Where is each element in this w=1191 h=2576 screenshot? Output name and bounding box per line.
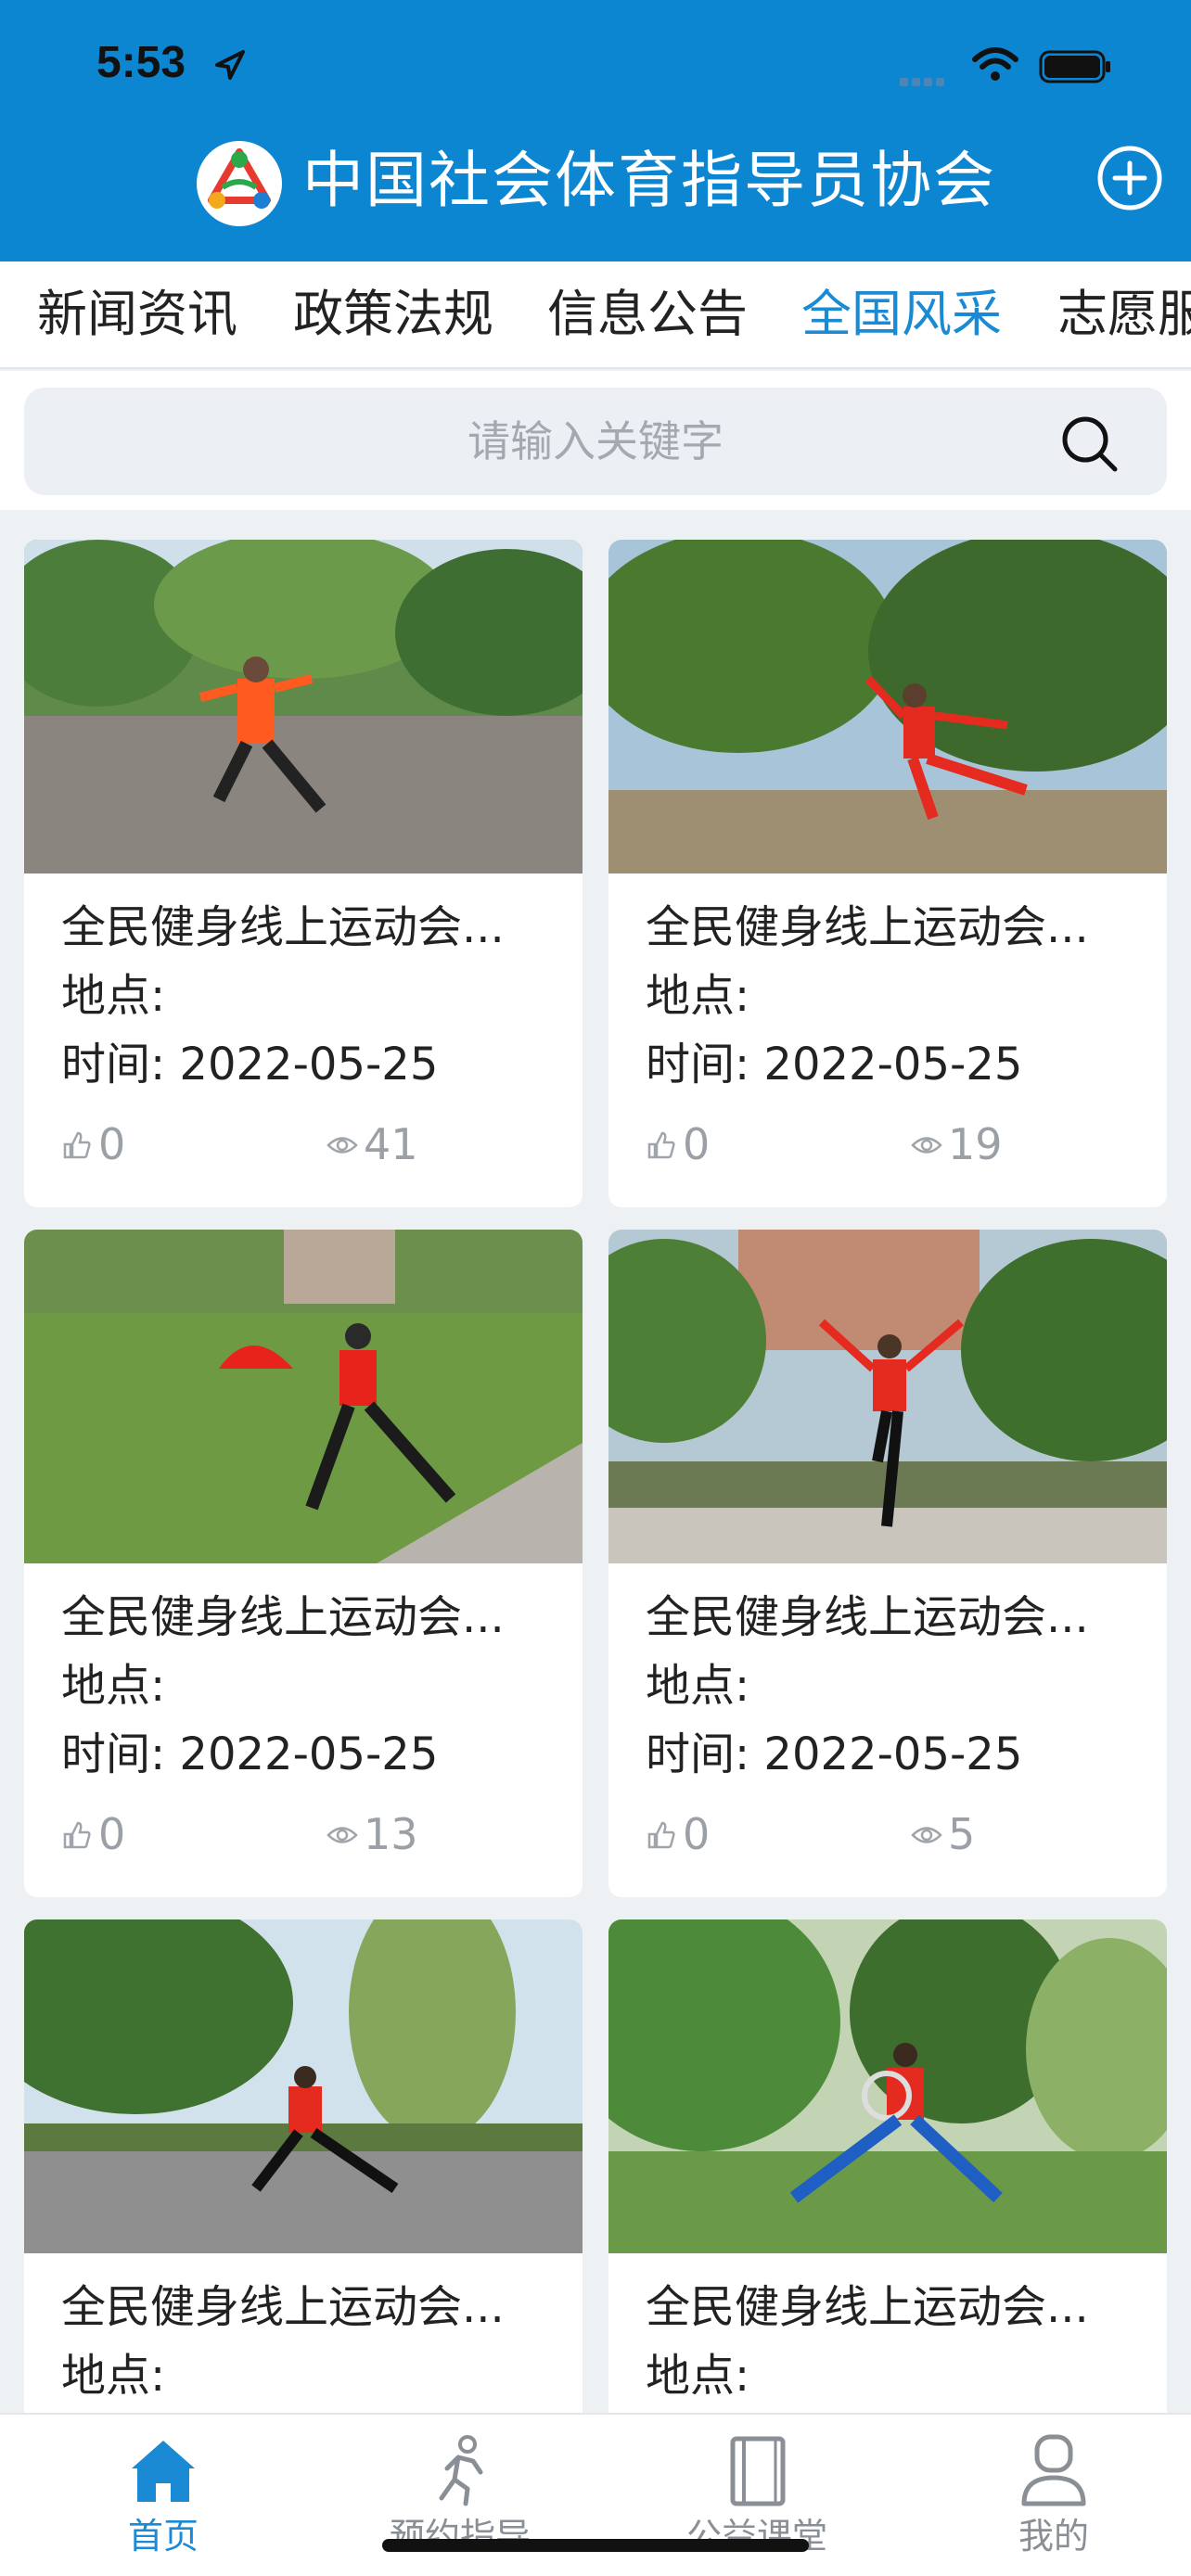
activity-photo [608, 1919, 1167, 2253]
search-input[interactable]: 请输入关键字 [24, 388, 1167, 495]
card-title: 全民健身线上运动会... [61, 1591, 505, 1643]
home-indicator [382, 2539, 809, 2552]
activity-photo [24, 1230, 583, 1563]
activity-photo [24, 1919, 583, 2253]
runner-icon [439, 2435, 483, 2506]
thumbs-up-icon[interactable] [646, 1129, 677, 1161]
search-area: 请输入关键字 [0, 371, 1191, 510]
tabbar-label: 公益课堂 [685, 2516, 827, 2557]
tabbar-label: 预约指导 [389, 2516, 531, 2557]
tab-announcements[interactable]: 信息公告 [547, 282, 748, 347]
activity-card[interactable]: 全民健身线上运动会... 地点: 时间: 2022-05-25 0 19 [608, 540, 1167, 1207]
card-title: 全民健身线上运动会... [61, 2281, 505, 2333]
card-time: 时间: 2022-05-25 [646, 1728, 1023, 1780]
like-count: 0 [98, 1119, 126, 1169]
card-stats: 0 5 [646, 1806, 1146, 1862]
tabbar-label: 我的 [1018, 2516, 1089, 2557]
tab-volunteer[interactable]: 志愿服务 [1057, 282, 1191, 347]
wifi-icon [972, 47, 1018, 81]
eye-icon [327, 1827, 358, 1843]
search-placeholder: 请输入关键字 [467, 416, 724, 466]
like-count: 0 [683, 1119, 711, 1169]
card-time: 时间: 2022-05-25 [646, 1039, 1023, 1090]
activity-card[interactable]: 全民健身线上运动会... 地点: 时间: 2022-05-25 0 5 [608, 1230, 1167, 1897]
card-title: 全民健身线上运动会... [61, 901, 505, 953]
card-place: 地点: [61, 1660, 166, 1712]
home-icon [132, 2441, 195, 2502]
view-count: 13 [364, 1809, 418, 1859]
card-time: 时间: 2022-05-25 [61, 1039, 439, 1090]
card-stats: 0 19 [646, 1116, 1146, 1172]
card-time: 时间: 2022-05-25 [61, 1728, 439, 1780]
eye-icon [327, 1137, 358, 1154]
activity-photo [24, 540, 583, 874]
card-place: 地点: [646, 2350, 750, 2402]
card-stats: 0 13 [61, 1806, 562, 1862]
cellular-signal-icon [900, 72, 948, 90]
like-count: 0 [98, 1809, 126, 1859]
card-stats: 0 41 [61, 1116, 562, 1172]
like-count: 0 [683, 1809, 711, 1859]
app-title: 中国社会体育指导员协会 [302, 145, 996, 216]
eye-icon [911, 1827, 942, 1843]
book-icon [730, 2436, 786, 2506]
view-count: 41 [364, 1119, 418, 1169]
tab-news[interactable]: 新闻资讯 [37, 282, 237, 347]
thumbs-up-icon[interactable] [61, 1129, 93, 1161]
activity-card[interactable]: 全民健身线上运动会... 地点: 时间: 2022-05-25 0 41 [24, 540, 583, 1207]
app-header: 5:53 中国社会体育指导员协会 [0, 0, 1191, 261]
card-place: 地点: [646, 1660, 750, 1712]
card-title: 全民健身线上运动会... [646, 1591, 1089, 1643]
tabbar-item-home[interactable]: 首页 [70, 2431, 256, 2559]
category-tabs: 新闻资讯 政策法规 信息公告 全国风采 志愿服务 [0, 261, 1191, 369]
card-place: 地点: [61, 970, 166, 1022]
eye-icon [911, 1137, 942, 1154]
profile-icon [1021, 2434, 1086, 2506]
activity-card[interactable]: 全民健身线上运动会... 地点: 时间: 2022-05-25 0 13 [24, 1230, 583, 1897]
tab-policy[interactable]: 政策法规 [293, 282, 493, 347]
status-time: 5:53 [96, 38, 186, 87]
tabbar-item-profile[interactable]: 我的 [961, 2431, 1146, 2559]
card-place: 地点: [646, 970, 750, 1022]
view-count: 5 [948, 1809, 976, 1859]
activity-photo [608, 1230, 1167, 1563]
association-logo-icon [197, 141, 282, 226]
card-title: 全民健身线上运动会... [646, 2281, 1089, 2333]
thumbs-up-icon[interactable] [646, 1819, 677, 1851]
tab-national-showcase[interactable]: 全国风采 [801, 282, 1002, 347]
battery-icon [1039, 50, 1110, 83]
search-icon[interactable] [1057, 412, 1121, 475]
tabbar-label: 首页 [127, 2516, 198, 2557]
activity-photo [608, 540, 1167, 874]
view-count: 19 [948, 1119, 1003, 1169]
thumbs-up-icon[interactable] [61, 1819, 93, 1851]
add-button[interactable] [1096, 145, 1163, 211]
card-title: 全民健身线上运动会... [646, 901, 1089, 953]
card-place: 地点: [61, 2350, 166, 2402]
location-arrow-icon [215, 50, 245, 80]
